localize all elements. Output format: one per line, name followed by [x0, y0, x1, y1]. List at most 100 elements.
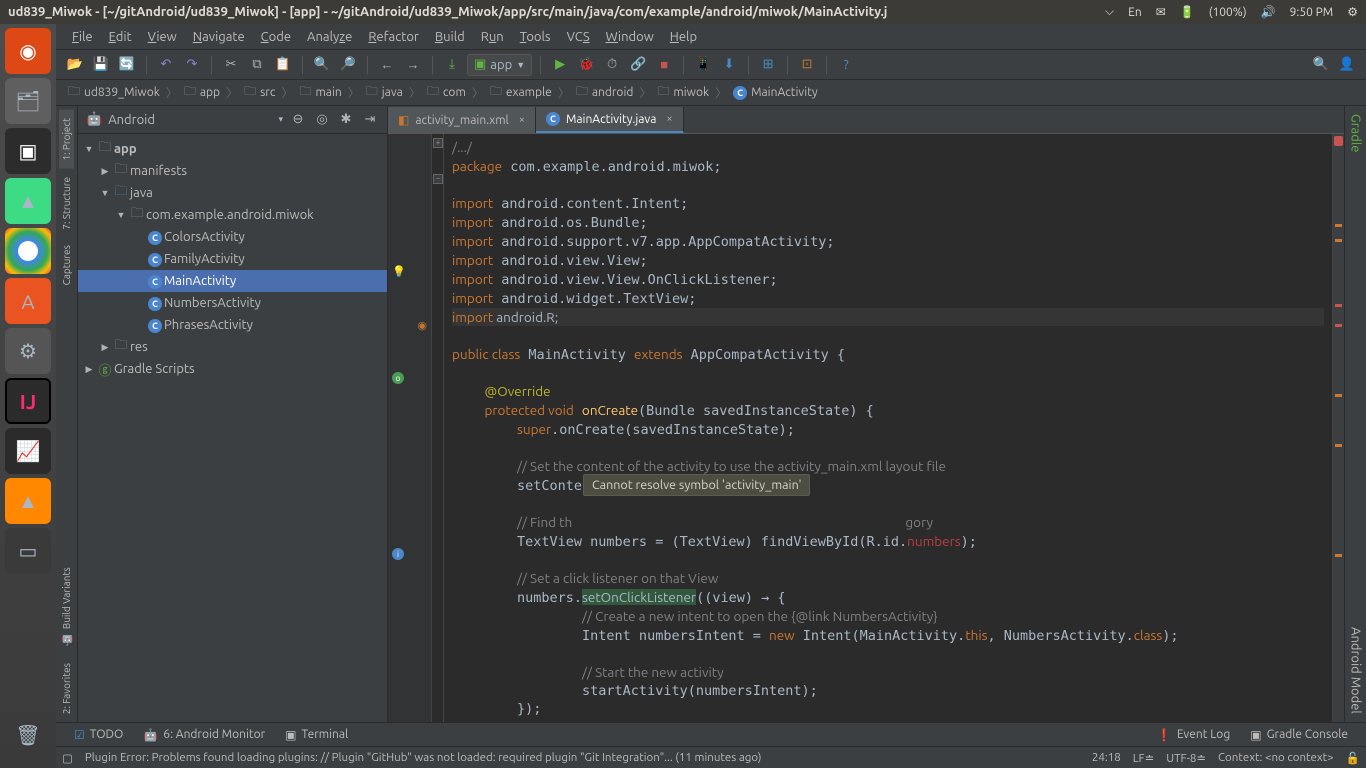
settings-icon[interactable]: ✱: [337, 112, 355, 127]
line-separator[interactable]: LF≐: [1133, 751, 1155, 765]
save-icon[interactable]: 💾: [90, 54, 112, 76]
profile-icon[interactable]: ⏱: [601, 54, 623, 76]
make-icon[interactable]: ⤓: [441, 54, 463, 76]
fold-bar[interactable]: + −: [432, 134, 444, 722]
find-icon[interactable]: 🔍: [311, 54, 333, 76]
tree-package[interactable]: ▼🗀com.example.android.miwok: [78, 204, 387, 226]
menu-tools[interactable]: Tools: [514, 28, 557, 46]
breakpoint-icon[interactable]: ◉: [417, 319, 427, 332]
tree-class-colors[interactable]: CColorsActivity: [78, 226, 387, 248]
launcher-android-studio[interactable]: ▲: [5, 178, 51, 224]
tool-monitor[interactable]: 🤖6: Android Monitor: [133, 728, 275, 742]
redo-icon[interactable]: ↷: [181, 54, 203, 76]
launcher-trash[interactable]: 🗑: [5, 712, 51, 758]
fold-icon[interactable]: +: [433, 138, 443, 148]
menu-view[interactable]: View: [142, 28, 183, 46]
tool-eventlog[interactable]: ❗Event Log: [1147, 728, 1240, 742]
launcher-desktop[interactable]: ▭: [5, 528, 51, 574]
bulb-icon[interactable]: 💡: [392, 265, 406, 278]
menu-analyze[interactable]: Analyze: [301, 28, 358, 46]
mail-icon[interactable]: ✉: [1156, 5, 1166, 19]
project-mode[interactable]: Android: [108, 113, 272, 127]
error-stripe[interactable]: [1332, 134, 1344, 722]
hide-icon[interactable]: ⇥: [361, 112, 379, 127]
bc-item[interactable]: 🗀app: [180, 81, 224, 104]
impl-icon[interactable]: i: [392, 548, 404, 560]
bc-item[interactable]: 🗀android: [572, 81, 638, 104]
project-tree[interactable]: ▼🗀app ▶🗀manifests ▼🗀java ▼🗀com.example.a…: [78, 134, 387, 384]
close-icon[interactable]: ×: [519, 114, 525, 126]
tree-res[interactable]: ▶🗀res: [78, 336, 387, 358]
menu-file[interactable]: File: [66, 28, 99, 46]
copy-icon[interactable]: ⧉: [246, 54, 268, 76]
launcher-ubuntu[interactable]: ◉: [5, 28, 51, 74]
avd-icon[interactable]: 📱: [692, 54, 714, 76]
tool-structure[interactable]: 7: Structure: [59, 169, 74, 238]
back-icon[interactable]: ←: [376, 54, 398, 76]
tree-app[interactable]: ▼🗀app: [78, 138, 387, 160]
tool-terminal[interactable]: ▣Terminal: [275, 728, 358, 742]
context[interactable]: Context: <no context>: [1218, 751, 1334, 764]
launcher-settings[interactable]: ⚙: [5, 328, 51, 374]
launcher-chrome[interactable]: [5, 228, 51, 274]
clock[interactable]: 9:50 PM: [1290, 6, 1334, 19]
tree-manifests[interactable]: ▶🗀manifests: [78, 160, 387, 182]
tab-java[interactable]: CMainActivity.java×: [536, 107, 684, 133]
tree-gradle[interactable]: ▶ⓖGradle Scripts: [78, 358, 387, 380]
fold-icon[interactable]: −: [433, 174, 443, 184]
stop-icon[interactable]: ■: [653, 54, 675, 76]
help-icon[interactable]: ?: [835, 54, 857, 76]
tool-todo[interactable]: ☑TODO: [64, 728, 133, 742]
status-message[interactable]: Plugin Error: Problems found loading plu…: [85, 751, 1080, 764]
tool-gradle[interactable]: Gradle: [1347, 106, 1365, 160]
tree-class-main[interactable]: CMainActivity: [78, 270, 387, 292]
encoding[interactable]: UTF-8≐: [1166, 751, 1206, 765]
tree-class-numbers[interactable]: CNumbersActivity: [78, 292, 387, 314]
tool-captures[interactable]: Captures: [59, 237, 74, 293]
settings-gear-icon[interactable]: ⚙: [1347, 5, 1358, 19]
menu-window[interactable]: Window: [600, 28, 660, 46]
sync-icon[interactable]: 🔄: [116, 54, 138, 76]
menu-help[interactable]: Help: [664, 28, 703, 46]
user-icon[interactable]: 👤: [1336, 54, 1358, 76]
structure-icon[interactable]: ⊡: [796, 54, 818, 76]
editor-body[interactable]: 💡 ◉ o i + − /.../ package com.example.an…: [388, 134, 1344, 722]
attach-icon[interactable]: 🔗: [627, 54, 649, 76]
tool-project[interactable]: 1: Project: [59, 110, 74, 169]
debug-icon[interactable]: 🐞: [575, 54, 597, 76]
tool-android-model[interactable]: Android Model: [1347, 619, 1365, 722]
forward-icon[interactable]: →: [402, 54, 424, 76]
menu-run[interactable]: Run: [475, 28, 510, 46]
cursor-position[interactable]: 24:18: [1092, 751, 1121, 764]
tree-class-phrases[interactable]: CPhrasesActivity: [78, 314, 387, 336]
menu-edit[interactable]: Edit: [103, 28, 138, 46]
menu-refactor[interactable]: Refactor: [362, 28, 425, 46]
error-indicator[interactable]: [1334, 136, 1343, 146]
menu-build[interactable]: Build: [429, 28, 471, 46]
chevron-down-icon[interactable]: ▾: [278, 114, 283, 125]
collapse-icon[interactable]: ⊖: [289, 112, 307, 127]
tree-java[interactable]: ▼🗀java: [78, 182, 387, 204]
tool-window-icon[interactable]: ▢: [62, 751, 73, 765]
paste-icon[interactable]: 📋: [272, 54, 294, 76]
run-icon[interactable]: ▶: [549, 54, 571, 76]
bc-item[interactable]: 🗀miwok: [653, 81, 713, 104]
volume-icon[interactable]: 🔊: [1261, 5, 1276, 19]
menu-code[interactable]: Code: [255, 28, 297, 46]
tree-class-family[interactable]: CFamilyActivity: [78, 248, 387, 270]
bc-item[interactable]: 🗀src: [240, 81, 279, 104]
launcher-terminal[interactable]: ▣: [5, 128, 51, 174]
undo-icon[interactable]: ↶: [155, 54, 177, 76]
launcher-files[interactable]: 🗂: [5, 78, 51, 124]
replace-icon[interactable]: 🔎: [337, 54, 359, 76]
bc-item[interactable]: 🗀java: [362, 81, 407, 104]
tool-build-variants[interactable]: 🤖Build Variants: [59, 559, 74, 655]
launcher-intellij[interactable]: IJ: [5, 378, 51, 424]
lock-icon[interactable]: 🔓: [1346, 751, 1360, 765]
tool-favorites[interactable]: 2: Favorites: [59, 655, 74, 722]
search-everywhere-icon[interactable]: 🔍: [1310, 54, 1332, 76]
launcher-vlc[interactable]: ▲: [5, 478, 51, 524]
tab-xml[interactable]: ◧activity_main.xml×: [388, 107, 536, 133]
target-icon[interactable]: ◎: [313, 112, 331, 127]
menu-navigate[interactable]: Navigate: [187, 28, 251, 46]
